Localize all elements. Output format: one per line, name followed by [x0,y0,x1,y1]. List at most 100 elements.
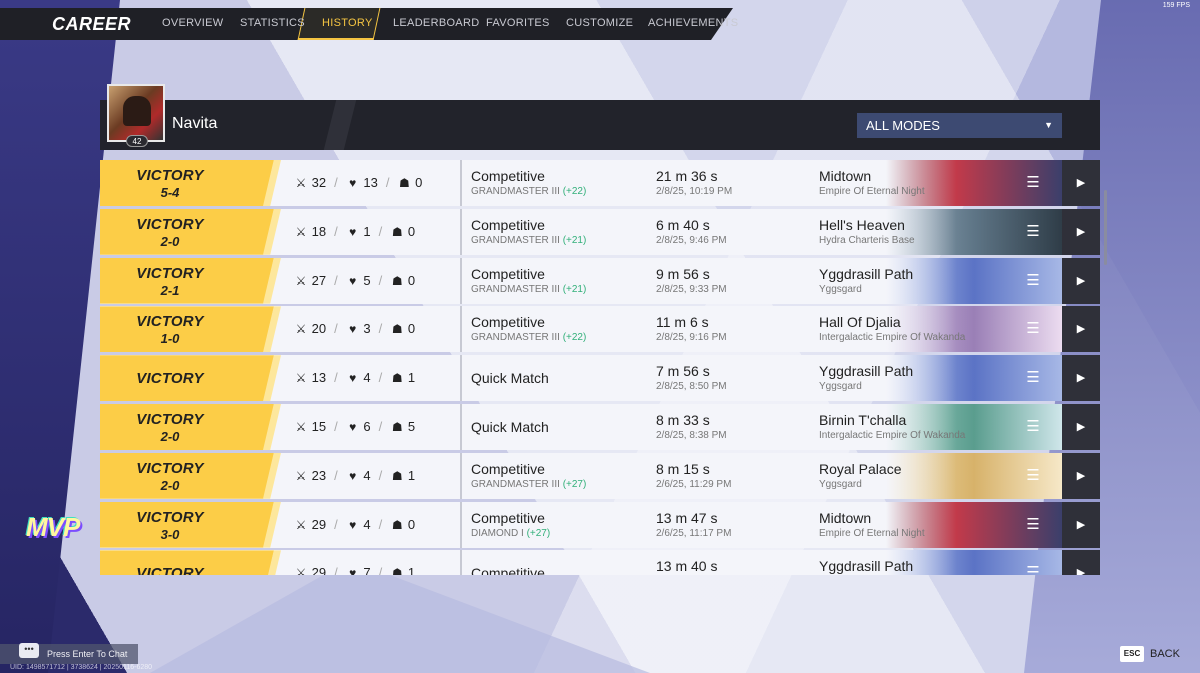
helmet-icon: ☗ [391,224,403,239]
match-date: 2/8/25, 9:46 PM [656,234,727,246]
helmet-icon: ☗ [391,322,403,337]
broken-heart-icon: ♥ [349,420,357,434]
match-duration: 9 m 56 s [656,265,710,282]
crossed-swords-icon: ⚔ [295,566,307,575]
tab-statistics[interactable]: STATISTICS [240,17,305,29]
tab-achievements[interactable]: ACHIEVEMENTS [648,17,738,29]
chat-icon: ••• [19,643,39,658]
rank-line: GRANDMASTER III (+21) [471,235,586,246]
map-name: Yggdrasill Path [819,363,914,380]
stat-separator: / [378,565,383,575]
menu-icon[interactable]: ☰ [1025,369,1041,387]
play-icon[interactable]: ▶ [1062,550,1100,575]
match-mode: Competitive [471,565,545,575]
match-score: 2-0 [160,429,180,444]
map-name: Royal Palace [819,460,902,477]
tab-overview[interactable]: OVERVIEW [162,17,224,29]
esc-key-badge[interactable]: ESC [1120,646,1144,662]
match-result: VICTORY [136,264,204,282]
assists-value: 1 [407,565,416,575]
menu-icon[interactable]: ☰ [1025,320,1041,338]
stat-separator: / [378,223,383,239]
tab-history[interactable]: HISTORY [322,17,373,29]
play-icon[interactable]: ▶ [1062,355,1100,402]
play-icon[interactable]: ▶ [1062,160,1100,206]
crossed-swords-icon: ⚔ [295,517,307,532]
menu-icon[interactable]: ☰ [1025,418,1041,436]
mode-block: Quick Match [460,355,549,402]
match-row[interactable]: VICTORY ⚔ 29 / ♥ 7 / ☗ 1 Competitive 13 m 40 s Y… [100,550,1100,575]
stat-separator: / [334,419,338,434]
match-row[interactable]: VICTORY 1-0 ⚔ 20 / ♥ 3 / ☗ 0 Competitive GRANDMA… [100,306,1100,353]
helmet-icon: ☗ [399,176,410,190]
player-level-badge: 42 [126,135,148,147]
tab-favorites[interactable]: FAVORITES [486,17,550,29]
map-region: Hydra Charteris Base [819,234,915,246]
menu-icon[interactable]: ☰ [1025,174,1041,192]
helmet-icon: ☗ [391,371,403,386]
match-result: VICTORY [136,370,204,388]
crossed-swords-icon: ⚔ [295,371,307,386]
match-date: 2/6/25, 11:29 PM [656,478,732,490]
match-result: VICTORY [136,313,204,331]
match-date: 2/8/25, 9:33 PM [656,283,727,295]
menu-icon[interactable]: ☰ [1025,467,1041,485]
match-row[interactable]: VICTORY 2-0 ⚔ 15 / ♥ 6 / ☗ 5 Quick Match 8 m 33 … [100,404,1100,450]
broken-heart-icon: ♥ [349,176,357,190]
helmet-icon: ☗ [391,273,403,288]
map-region: Intergalactic Empire Of Wakanda [819,332,966,344]
match-row[interactable]: VICTORY 2-0 ⚔ 18/♥ 1/☗ 0 Competitive GRANDMA… [100,208,1100,255]
match-duration: 11 m 6 s [656,314,709,331]
match-mode: Quick Match [471,370,549,387]
avatar[interactable] [107,84,165,142]
map-region: Yggsgard [819,283,862,295]
map-name: Hell's Heaven [819,216,905,233]
play-icon[interactable]: ▶ [1062,257,1100,304]
match-duration: 13 m 40 s [656,558,718,575]
assists-value: 0 [415,175,423,190]
play-icon[interactable]: ▶ [1062,404,1100,450]
mode-filter-value: ALL MODES [866,118,940,133]
back-button[interactable]: BACK [1150,648,1180,660]
menu-icon[interactable]: ☰ [1025,223,1041,241]
play-icon[interactable]: ▶ [1062,501,1100,548]
chevron-down-icon: ▼ [1044,120,1053,130]
match-row[interactable]: VICTORY 2-1 ⚔ 27/♥ 5/☗ 0 Competitive GRANDMA… [100,257,1100,304]
kills-value: 29 [311,516,327,532]
tab-leaderboard[interactable]: LEADERBOARD [393,17,479,29]
match-duration: 8 m 15 s [656,460,710,477]
match-mode: Competitive [471,314,545,331]
match-row[interactable]: VICTORY 2-0 ⚔ 23/♥ 4/☗ 1 Competitive GRANDMA… [100,452,1100,499]
kills-value: 27 [311,272,327,288]
match-row[interactable]: VICTORY 3-0 ⚔ 29/♥ 4/☗ 0 Competitive DIAMOND… [100,501,1100,548]
scrollbar[interactable] [1104,190,1107,265]
kda-stats: ⚔ 13 / ♥ 4 / ☗ 1 [294,370,415,385]
mvp-badge: MVP [26,512,80,542]
menu-icon[interactable]: ☰ [1025,564,1041,575]
mode-filter-dropdown[interactable]: ALL MODES ▼ [857,113,1062,138]
deaths-value: 1 [363,223,371,239]
tab-customize[interactable]: CUSTOMIZE [566,17,633,29]
play-icon[interactable]: ▶ [1062,452,1100,499]
player-name: Navita [172,115,218,132]
stat-separator: / [334,175,338,190]
map-name: Hall Of Djalia [819,314,901,331]
match-score: 1-0 [160,331,180,347]
kda-stats: ⚔ 23 / ♥ 4 / ☗ 1 [294,468,415,483]
play-icon[interactable]: ▶ [1062,208,1100,255]
map-region: Yggsgard [819,478,862,490]
assists-value: 0 [407,272,416,288]
kills-value: 13 [311,370,327,386]
match-mode: Quick Match [471,419,549,435]
match-row[interactable]: VICTORY 5-4 ⚔ 32 / ♥ 13 / ☗ 0 Competitive GRANDM… [100,160,1100,206]
menu-icon[interactable]: ☰ [1025,516,1041,534]
match-history-list[interactable]: VICTORY 5-4 ⚔ 32/♥ 13/☗ 0 Competitive GRANDM… [100,160,1100,575]
uid-line: UID: 1498571712 | 3738624 | 20250116-628… [10,664,153,671]
helmet-icon: ☗ [391,420,403,434]
kda-stats: ⚔ 32 / ♥ 13 / ☗ 0 [294,175,423,190]
crossed-swords-icon: ⚔ [295,224,307,239]
match-result: VICTORY [136,508,204,526]
match-row[interactable]: VICTORY ⚔ 13 / ♥ 4 / ☗ 1 Quick Match 7 m 56 s 2/… [100,355,1100,402]
menu-icon[interactable]: ☰ [1025,272,1041,290]
play-icon[interactable]: ▶ [1062,306,1100,353]
